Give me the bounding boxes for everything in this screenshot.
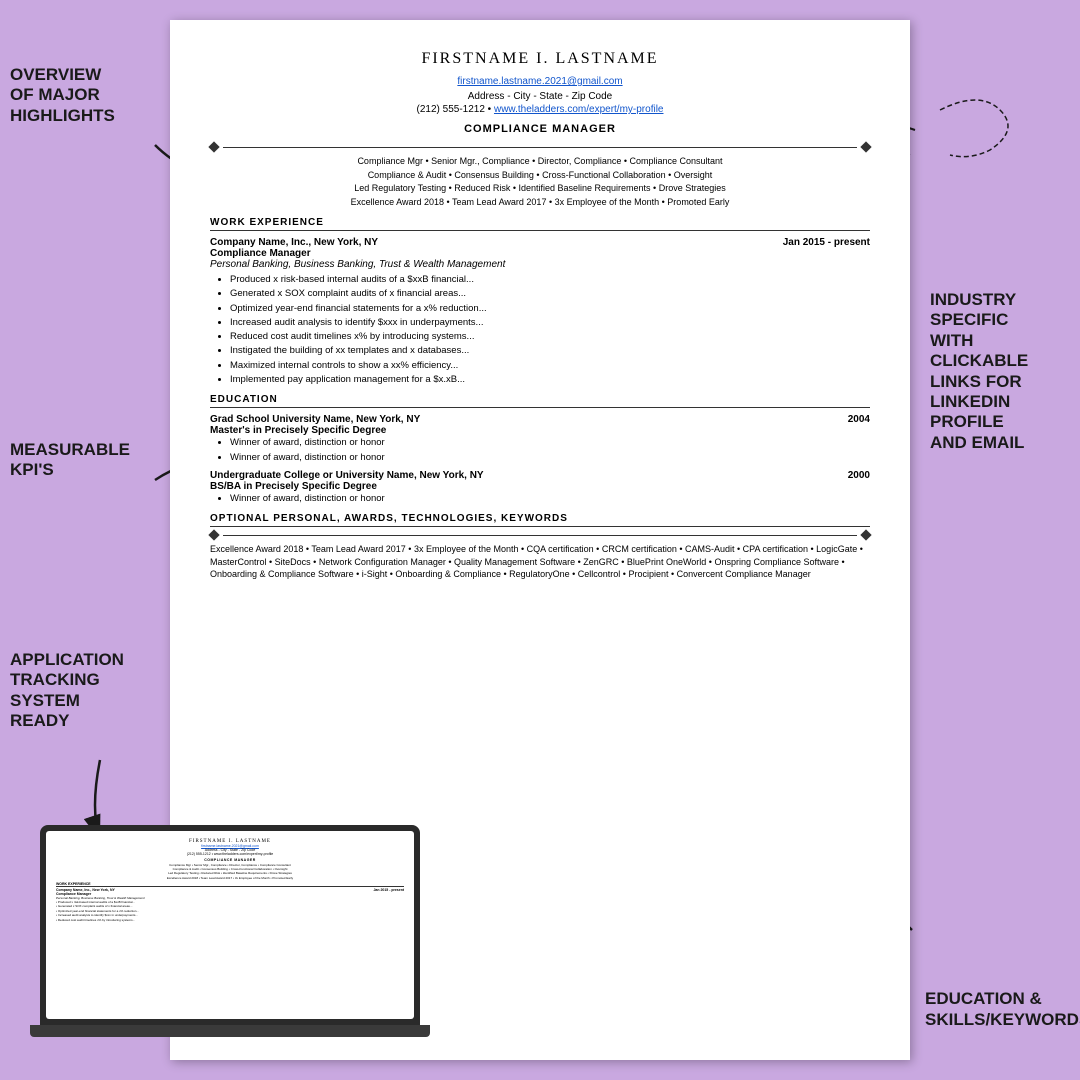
edu2-bullets: Winner of award, distinction or honor: [210, 492, 870, 505]
diamond-left: [208, 141, 219, 152]
keywords-line1: Compliance Mgr • Senior Mgr., Compliance…: [210, 155, 870, 169]
job1-dept: Personal Banking, Business Banking, Trus…: [210, 259, 870, 270]
diamond-divider-top: [210, 143, 870, 151]
job1-header-row: Company Name, Inc., New York, NY Jan 201…: [210, 237, 870, 248]
resume-title-section: COMPLIANCE MANAGER: [210, 123, 870, 135]
resume-phone-url: (212) 555-1212 • www.theladders.com/expe…: [210, 104, 870, 115]
resume-phone: (212) 555-1212: [417, 104, 485, 115]
resume-address: Address - City - State - Zip Code: [210, 91, 870, 102]
resume-email-link[interactable]: firstname.lastname.2021@gmail.com: [457, 76, 622, 87]
edu1-bullets: Winner of award, distinction or honor Wi…: [210, 436, 870, 464]
annotation-measurable: MEASURABLEKPI'S: [10, 440, 140, 481]
bullet-item: Winner of award, distinction or honor: [230, 451, 870, 464]
job1-title: Compliance Manager: [210, 248, 870, 259]
edu1-year: 2004: [848, 414, 870, 425]
optional-keywords-text: Excellence Award 2018 • Team Lead Award …: [210, 543, 870, 581]
bullet-item: Produced x risk-based internal audits of…: [230, 273, 870, 286]
edu1-school: Grad School University Name, New York, N…: [210, 414, 420, 425]
job1-company: Company Name, Inc., New York, NY: [210, 237, 378, 248]
laptop-screen-inner: FIRSTNAME I. LASTNAME firstname.lastname…: [46, 831, 414, 1019]
resume-url-link[interactable]: www.theladders.com/expert/my-profile: [494, 104, 664, 115]
job-title: COMPLIANCE MANAGER: [210, 123, 870, 135]
bullet-item: Generated x SOX complaint audits of x fi…: [230, 287, 870, 300]
laptop-job-title: COMPLIANCE MANAGER: [56, 858, 404, 862]
edu2-school: Undergraduate College or University Name…: [210, 470, 484, 481]
bullet-item: Winner of award, distinction or honor: [230, 492, 870, 505]
diamond-left-2: [208, 530, 219, 541]
bullet-item: Winner of award, distinction or honor: [230, 436, 870, 449]
diamond-hr-2: [223, 535, 857, 536]
job1-bullets: Produced x risk-based internal audits of…: [210, 273, 870, 386]
diamond-divider-bottom: [210, 531, 870, 539]
annotation-education: EDUCATION &SKILLS/KEYWORDS: [925, 989, 1075, 1030]
keywords-line3: Led Regulatory Testing • Reduced Risk • …: [210, 182, 870, 196]
diamond-hr: [223, 147, 857, 148]
diamond-right: [860, 141, 871, 152]
education-header: EDUCATION: [210, 394, 870, 408]
keywords-line2: Compliance & Audit • Consensus Building …: [210, 169, 870, 183]
right-annotations-panel: INDUSTRYSPECIFICWITHCLICKABLELINKS FORLI…: [910, 0, 1080, 1080]
laptop-screen-outer: FIRSTNAME I. LASTNAME firstname.lastname…: [40, 825, 420, 1025]
edu2-degree: BS/BA in Precisely Specific Degree: [210, 481, 870, 492]
bullet-item: Implemented pay application management f…: [230, 373, 870, 386]
keywords-line4: Excellence Award 2018 • Team Lead Award …: [210, 196, 870, 210]
edu1-degree: Master's in Precisely Specific Degree: [210, 425, 870, 436]
diamond-right-2: [860, 530, 871, 541]
bullet-item: Increased audit analysis to identify $xx…: [230, 316, 870, 329]
edu2-year: 2000: [848, 470, 870, 481]
laptop-bullet-5: • Reduced cost audit timelines x% by int…: [56, 918, 404, 923]
edu-entry-1: Grad School University Name, New York, N…: [210, 414, 870, 464]
edu-entry-2: Undergraduate College or University Name…: [210, 470, 870, 505]
keywords-block: Compliance Mgr • Senior Mgr., Compliance…: [210, 155, 870, 209]
job-entry-1: Company Name, Inc., New York, NY Jan 201…: [210, 237, 870, 386]
bullet-item: Reduced cost audit timelines x% by intro…: [230, 330, 870, 343]
laptop-phone: (212) 555-1212 • www.theladders.com/expe…: [56, 852, 404, 856]
resume-header: FIRSTNAME I. LASTNAME firstname.lastname…: [210, 50, 870, 115]
optional-section-title: OPTIONAL PERSONAL, AWARDS, TECHNOLOGIES,…: [210, 513, 870, 527]
laptop-dates: Jan 2015 - present: [373, 888, 404, 892]
edu1-header-row: Grad School University Name, New York, N…: [210, 414, 870, 425]
edu2-header-row: Undergraduate College or University Name…: [210, 470, 870, 481]
laptop-mockup: FIRSTNAME I. LASTNAME firstname.lastname…: [40, 825, 420, 1055]
laptop-keywords: Compliance Mgr • Senior Mgr., Compliance…: [56, 863, 404, 880]
bullet-item: Maximized internal controls to show a xx…: [230, 359, 870, 372]
laptop-work-header: WORK EXPERIENCE: [56, 882, 404, 887]
bullet-item: Optimized year-end financial statements …: [230, 302, 870, 315]
bullet-item: Instigated the building of xx templates …: [230, 344, 870, 357]
annotation-ats: APPLICATIONTRACKINGSYSTEMREADY: [10, 650, 150, 732]
work-experience-header: WORK EXPERIENCE: [210, 217, 870, 231]
resume-name: FIRSTNAME I. LASTNAME: [210, 50, 870, 68]
annotation-industry: INDUSTRYSPECIFICWITHCLICKABLELINKS FORLI…: [930, 290, 1075, 453]
laptop-base: [30, 1025, 430, 1037]
job1-dates: Jan 2015 - present: [783, 237, 870, 248]
annotation-overview: OVERVIEWOF MAJORHIGHLIGHTS: [10, 65, 130, 126]
